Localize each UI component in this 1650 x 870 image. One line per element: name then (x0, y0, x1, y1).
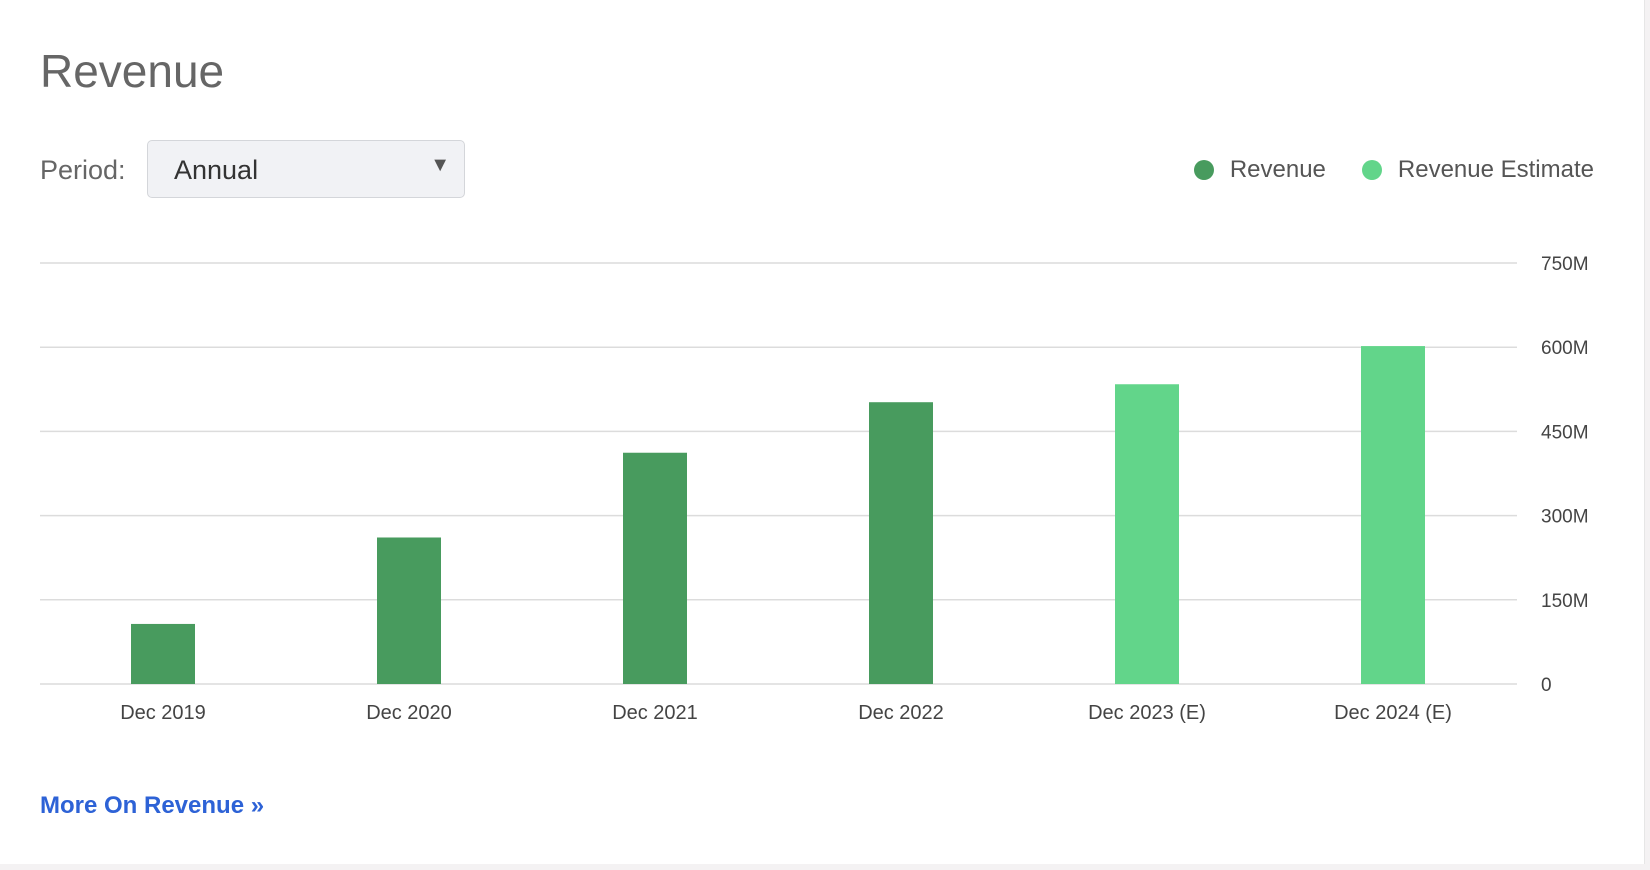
x-tick-label: Dec 2023 (E) (1088, 702, 1206, 724)
y-tick-label: 450M (1541, 422, 1589, 443)
bar-revenue (377, 537, 441, 684)
x-tick-label: Dec 2021 (612, 702, 698, 724)
y-tick-label: 0 (1541, 675, 1552, 696)
bar-revenue (623, 452, 687, 684)
x-tick-label: Dec 2019 (120, 702, 206, 724)
bar-revenue (869, 402, 933, 684)
bar-revenue-estimate (1361, 346, 1425, 684)
y-tick-label: 150M (1541, 591, 1589, 612)
more-on-revenue-link[interactable]: More On Revenue » (40, 792, 264, 820)
y-tick-label: 750M (1541, 254, 1589, 275)
revenue-bar-chart: 0 150M 300M 450M 600M 750M Dec 2019 Dec 2020 Dec… (40, 254, 1589, 724)
x-tick-label: Dec 2022 (858, 702, 944, 724)
y-tick-label: 600M (1541, 338, 1589, 359)
x-tick-label: Dec 2020 (366, 702, 452, 724)
bar-revenue-estimate (1115, 384, 1179, 684)
bar-revenue (131, 623, 195, 684)
revenue-card: Revenue Period: Annual ▼ Revenue Revenue… (0, 0, 1645, 864)
y-tick-label: 300M (1541, 507, 1589, 528)
x-tick-label: Dec 2024 (E) (1334, 702, 1452, 724)
